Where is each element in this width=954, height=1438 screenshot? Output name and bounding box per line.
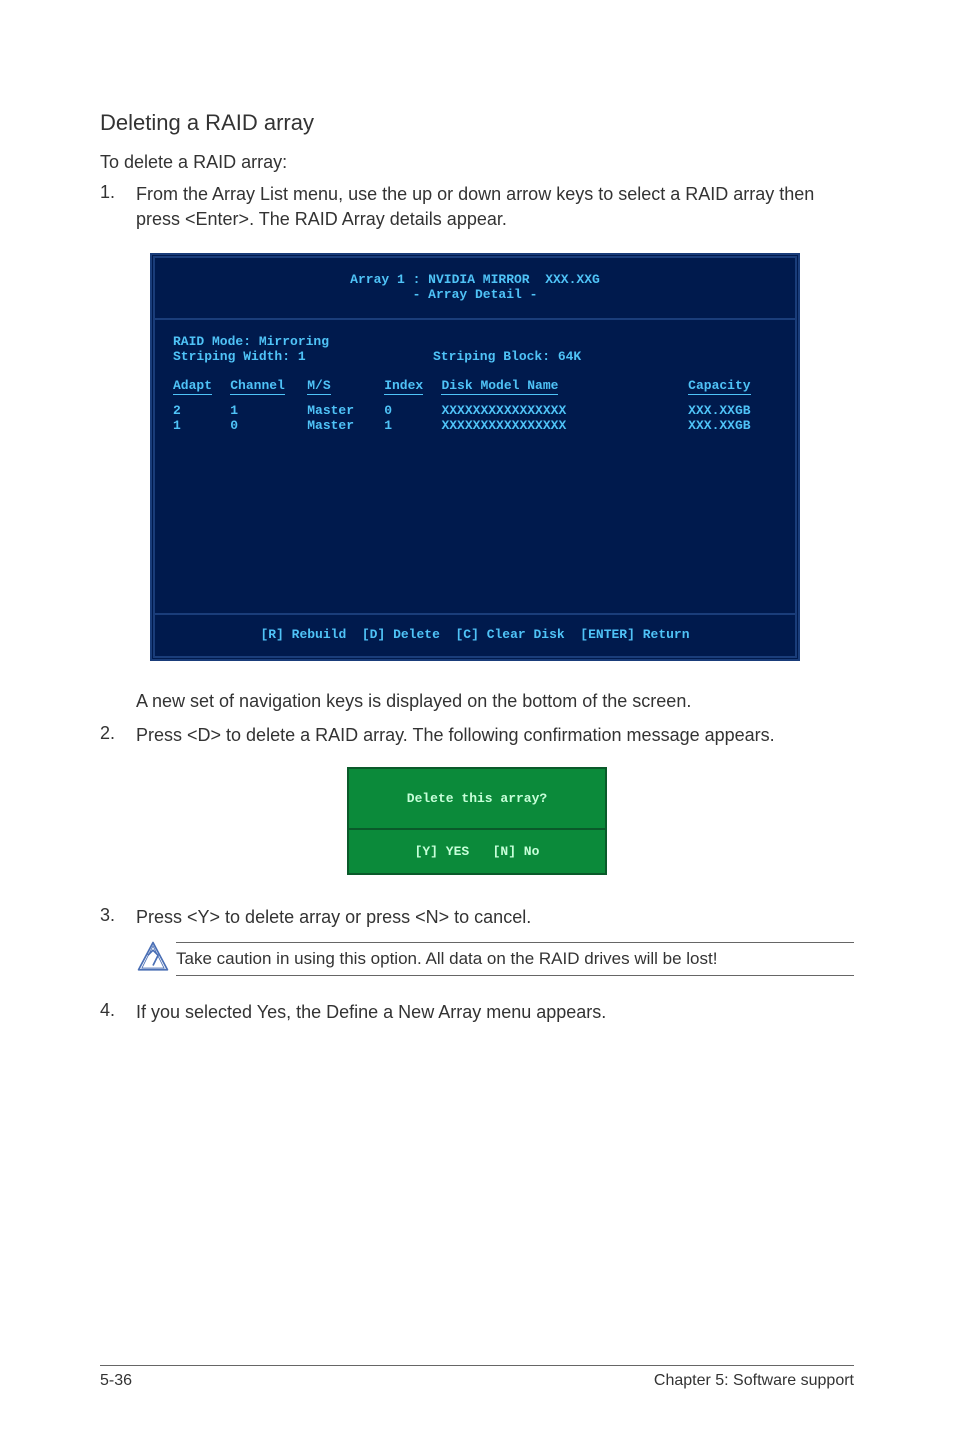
page-footer: 5-36 Chapter 5: Software support <box>100 1365 854 1390</box>
table-row: 1 0 Master 1 XXXXXXXXXXXXXXXX XXX.XXGB <box>173 418 777 433</box>
bios-title: Array 1 : NVIDIA MIRROR XXX.XXG <box>155 272 795 287</box>
bios-striping-block: Striping Block: 64K <box>433 349 581 364</box>
step-text: Press <Y> to delete array or press <N> t… <box>136 905 854 929</box>
bios-subtitle: - Array Detail - <box>155 287 795 302</box>
bios-footer-keys: [R] Rebuild [D] Delete [C] Clear Disk [E… <box>155 615 795 656</box>
dialog-question: Delete this array? <box>349 769 605 828</box>
bios-table-header: Adapt Channel M/S Index Disk Model Name … <box>173 378 777 395</box>
dialog-options: [Y] YES [N] No <box>349 830 605 873</box>
section-heading: Deleting a RAID array <box>100 110 854 136</box>
bios-raid-mode: RAID Mode: Mirroring <box>173 334 777 349</box>
confirmation-dialog: Delete this array? [Y] YES [N] No <box>347 767 607 875</box>
bios-screen: Array 1 : NVIDIA MIRROR XXX.XXG - Array … <box>150 253 854 661</box>
step-number: 3. <box>100 905 136 929</box>
caution-note: Take caution in using this option. All d… <box>176 949 854 969</box>
warning-icon <box>136 940 176 979</box>
step-number: 2. <box>100 723 136 747</box>
step-text: From the Array List menu, use the up or … <box>136 182 854 231</box>
step-text: Press <D> to delete a RAID array. The fo… <box>136 723 854 747</box>
page-number: 5-36 <box>100 1372 132 1390</box>
step-number: 1. <box>100 182 136 231</box>
step-note: A new set of navigation keys is displaye… <box>136 689 854 713</box>
intro-text: To delete a RAID array: <box>100 150 854 174</box>
table-row: 2 1 Master 0 XXXXXXXXXXXXXXXX XXX.XXGB <box>173 403 777 418</box>
step-number: 4. <box>100 1000 136 1024</box>
chapter-label: Chapter 5: Software support <box>654 1372 854 1390</box>
bios-striping-width: Striping Width: 1 <box>173 349 433 364</box>
step-text: If you selected Yes, the Define a New Ar… <box>136 1000 854 1024</box>
